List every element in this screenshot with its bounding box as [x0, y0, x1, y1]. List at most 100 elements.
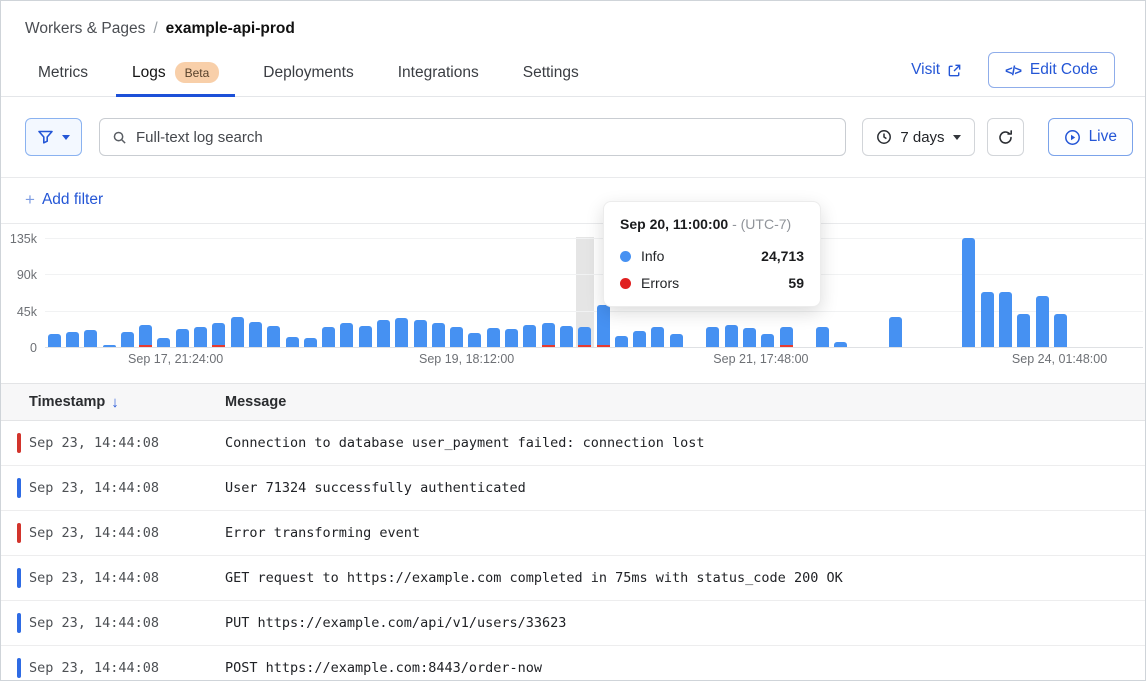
chart-bar-slot[interactable]: [960, 237, 978, 347]
log-row[interactable]: Sep 23, 14:44:08 GET request to https://…: [1, 556, 1145, 601]
chart-bar-slot[interactable]: [265, 237, 283, 347]
chart-bar-slot[interactable]: [1051, 237, 1069, 347]
log-search-box[interactable]: [99, 118, 846, 156]
chart-bar-slot[interactable]: [1088, 237, 1106, 347]
chart-bar-slot[interactable]: [557, 237, 575, 347]
clock-icon: [876, 129, 892, 145]
chart-bar-slot[interactable]: [978, 237, 996, 347]
external-link-icon: [947, 63, 962, 78]
log-volume-chart: 135k 90k 45k 0 Sep 17, 21:24:00Sep 19, 1…: [1, 224, 1145, 370]
chart-bar-slot[interactable]: [356, 237, 374, 347]
log-row[interactable]: Sep 23, 14:44:08 User 71324 successfully…: [1, 466, 1145, 511]
chart-bar-slot[interactable]: [905, 237, 923, 347]
chart-bar-slot[interactable]: [411, 237, 429, 347]
log-row[interactable]: Sep 23, 14:44:08 PUT https://example.com…: [1, 601, 1145, 646]
log-timestamp: Sep 23, 14:44:08: [29, 435, 225, 451]
chart-bar-slot[interactable]: [246, 237, 264, 347]
visit-link[interactable]: Visit: [911, 61, 962, 79]
y-tick: 45k: [1, 305, 37, 319]
log-message: Error transforming event: [225, 525, 420, 541]
tooltip-timestamp: Sep 20, 11:00:00: [620, 216, 728, 232]
chart-bar-slot[interactable]: [191, 237, 209, 347]
tab-logs[interactable]: Logs Beta: [130, 52, 221, 96]
tab-deployments[interactable]: Deployments: [261, 54, 355, 95]
log-row[interactable]: Sep 23, 14:44:08 POST https://example.co…: [1, 646, 1145, 681]
filter-dropdown-button[interactable]: [25, 118, 82, 156]
chart-bar-slot[interactable]: [173, 237, 191, 347]
x-tick: Sep 19, 18:12:00: [419, 352, 514, 366]
search-input[interactable]: [136, 129, 833, 146]
chart-bar-slot[interactable]: [155, 237, 173, 347]
log-table-header: Timestamp ↓ Message: [1, 383, 1145, 421]
chart-bar-slot[interactable]: [429, 237, 447, 347]
log-level-indicator: [17, 523, 21, 543]
time-range-dropdown[interactable]: 7 days: [862, 118, 974, 156]
gridline-45k: [45, 311, 1143, 312]
chart-bar-slot[interactable]: [283, 237, 301, 347]
chart-bar-slot[interactable]: [210, 237, 228, 347]
log-message: Connection to database user_payment fail…: [225, 435, 705, 451]
chart-bar-slot[interactable]: [374, 237, 392, 347]
chart-bar-slot[interactable]: [521, 237, 539, 347]
log-row[interactable]: Sep 23, 14:44:08 Error transforming even…: [1, 511, 1145, 556]
log-message: POST https://example.com:8443/order-now: [225, 660, 542, 676]
log-timestamp: Sep 23, 14:44:08: [29, 615, 225, 631]
chart-bar-slot[interactable]: [448, 237, 466, 347]
chart-bar-slot[interactable]: [850, 237, 868, 347]
log-message: PUT https://example.com/api/v1/users/336…: [225, 615, 566, 631]
log-message: GET request to https://example.com compl…: [225, 570, 843, 586]
chart-bar-slot[interactable]: [100, 237, 118, 347]
chart-bar-slot[interactable]: [1070, 237, 1088, 347]
refresh-button[interactable]: [987, 118, 1024, 156]
chart-bar-slot[interactable]: [923, 237, 941, 347]
log-table: Timestamp ↓ Message Sep 23, 14:44:08 Con…: [1, 383, 1145, 681]
code-icon: </>: [1005, 63, 1021, 78]
breadcrumb-separator: /: [153, 20, 157, 38]
tab-metrics[interactable]: Metrics: [36, 54, 90, 95]
log-row[interactable]: Sep 23, 14:44:08 Connection to database …: [1, 421, 1145, 466]
chart-bar-slot[interactable]: [887, 237, 905, 347]
add-filter-button[interactable]: + Add filter: [1, 178, 1145, 224]
column-header-timestamp[interactable]: Timestamp ↓: [29, 394, 225, 411]
edit-code-button[interactable]: </> Edit Code: [988, 52, 1115, 88]
x-tick: Sep 17, 21:24:00: [128, 352, 223, 366]
chart-bar-slot[interactable]: [1106, 237, 1124, 347]
log-timestamp: Sep 23, 14:44:08: [29, 570, 225, 586]
chart-bar-slot[interactable]: [338, 237, 356, 347]
chart-bar-slot[interactable]: [45, 237, 63, 347]
log-level-indicator: [17, 568, 21, 588]
tab-settings[interactable]: Settings: [521, 54, 581, 95]
log-table-body: Sep 23, 14:44:08 Connection to database …: [1, 421, 1145, 681]
chart-bar-slot[interactable]: [1125, 237, 1143, 347]
chart-bar-slot[interactable]: [502, 237, 520, 347]
chart-bar-slot[interactable]: [118, 237, 136, 347]
chart-bar-slot[interactable]: [942, 237, 960, 347]
chart-bar-slot[interactable]: [301, 237, 319, 347]
chart-bar-slot[interactable]: [868, 237, 886, 347]
chart-bar-slot[interactable]: [393, 237, 411, 347]
chart-bar-slot[interactable]: [63, 237, 81, 347]
chart-bar-slot[interactable]: [539, 237, 557, 347]
chart-bar-slot[interactable]: [319, 237, 337, 347]
filter-funnel-icon: [37, 129, 54, 145]
chart-bar-hovered[interactable]: [576, 237, 594, 347]
chart-tooltip: Sep 20, 11:00:00 - (UTC-7) Info 24,713 E…: [603, 201, 821, 307]
log-level-indicator: [17, 613, 21, 633]
breadcrumb-parent[interactable]: Workers & Pages: [25, 20, 145, 38]
info-dot-icon: [620, 251, 631, 262]
chart-bar-slot[interactable]: [82, 237, 100, 347]
chart-bar-slot[interactable]: [466, 237, 484, 347]
live-button[interactable]: Live: [1048, 118, 1133, 156]
chart-bar-slot[interactable]: [1015, 237, 1033, 347]
chart-bar-slot[interactable]: [1033, 237, 1051, 347]
chart-bar-slot[interactable]: [484, 237, 502, 347]
tab-integrations[interactable]: Integrations: [396, 54, 481, 95]
gridline-90k: [45, 274, 1143, 275]
log-level-indicator: [17, 478, 21, 498]
chart-bar-slot[interactable]: [996, 237, 1014, 347]
chart-bar-slot[interactable]: [136, 237, 154, 347]
chevron-down-icon: [953, 135, 961, 140]
chart-bar-slot[interactable]: [228, 237, 246, 347]
chart-bar-slot[interactable]: [832, 237, 850, 347]
tab-bar: Metrics Logs Beta Deployments Integratio…: [1, 52, 1145, 97]
